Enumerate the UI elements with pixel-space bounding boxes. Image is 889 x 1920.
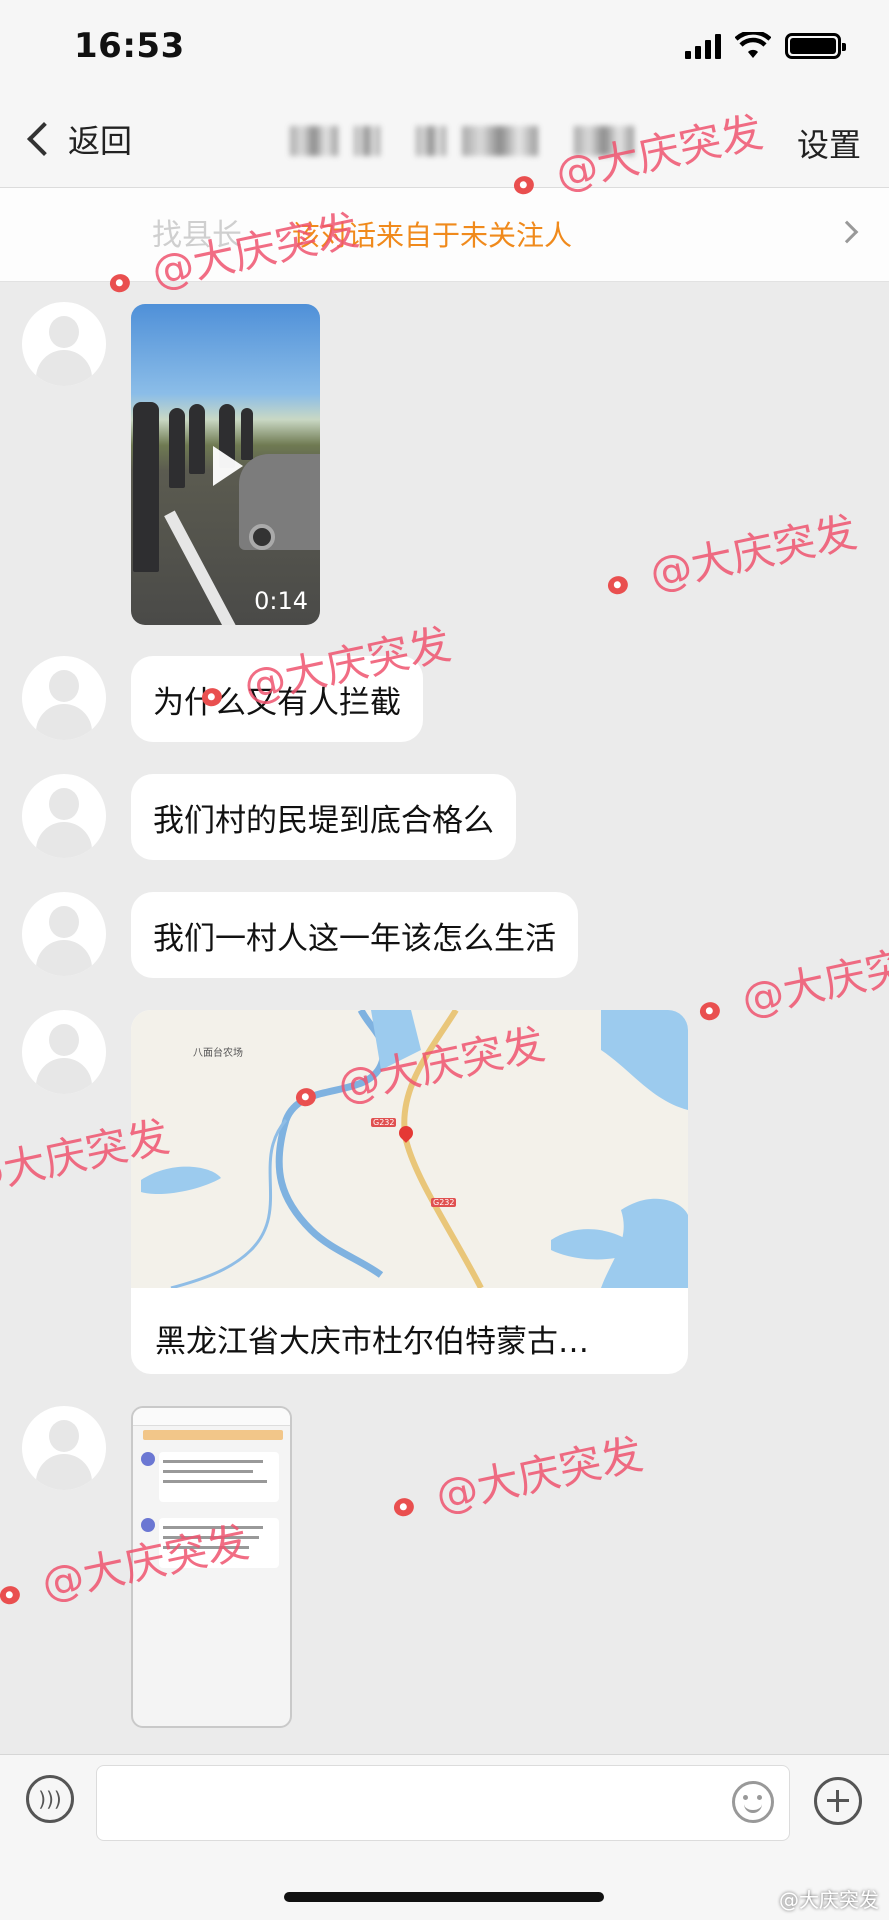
message-input[interactable]	[96, 1765, 790, 1841]
text-message[interactable]: 我们一村人这一年该怎么生活	[131, 892, 578, 978]
text-message[interactable]: 为什么又有人拦截	[131, 656, 423, 742]
avatar[interactable]	[22, 1406, 106, 1490]
weibo-credit: @大庆突发	[779, 1888, 879, 1912]
weibo-logo-icon	[698, 999, 722, 1022]
settings-button[interactable]: 设置	[797, 120, 861, 166]
video-message[interactable]: 0:14	[131, 304, 320, 625]
watermark: @大庆突发	[386, 1420, 647, 1532]
back-label: 返回	[68, 122, 133, 160]
nav-bar: 返回 设置	[0, 96, 889, 188]
battery-icon	[785, 33, 846, 59]
avatar[interactable]	[22, 892, 106, 976]
status-time: 16:53	[74, 26, 185, 66]
watermark: @大庆突发	[692, 924, 889, 1036]
voice-icon[interactable]: )))	[26, 1775, 74, 1823]
weibo-logo-icon	[0, 1583, 22, 1606]
map-poi-label: 八面台农场	[193, 1048, 243, 1059]
status-icons	[685, 32, 846, 60]
back-chevron-icon	[27, 122, 61, 156]
status-bar: 16:53	[0, 0, 889, 96]
avatar[interactable]	[22, 302, 106, 386]
wifi-icon	[735, 32, 771, 58]
video-duration: 0:14	[254, 587, 308, 615]
map-road-badge: G232	[431, 1198, 457, 1207]
weibo-logo-icon	[606, 573, 630, 596]
map-road-badge: G232	[371, 1118, 397, 1127]
notice-text: 该对话来自于未关注人	[292, 219, 573, 252]
weibo-logo-icon	[392, 1495, 416, 1518]
notice-ghost-text: 找县长	[152, 218, 242, 253]
avatar[interactable]	[22, 774, 106, 858]
notice-banner[interactable]: 找县长 该对话来自于未关注人	[0, 188, 889, 282]
add-icon[interactable]	[814, 1777, 862, 1825]
watermark: @大庆突发	[600, 498, 861, 610]
avatar[interactable]	[22, 656, 106, 740]
conversation-title-redacted	[290, 126, 634, 156]
avatar[interactable]	[22, 1010, 106, 1094]
location-message[interactable]: 八面台农场 G232 G232 黑龙江省大庆市杜尔伯特蒙古…	[131, 1010, 688, 1374]
image-message[interactable]	[131, 1406, 292, 1728]
back-button[interactable]: 返回	[22, 116, 132, 162]
signal-icon	[685, 33, 721, 59]
map-preview: 八面台农场 G232 G232	[131, 1010, 688, 1288]
location-address: 黑龙江省大庆市杜尔伯特蒙古…	[155, 1324, 589, 1360]
emoji-icon[interactable]	[732, 1781, 774, 1823]
home-indicator[interactable]	[284, 1892, 604, 1902]
text-message[interactable]: 我们村的民堤到底合格么	[131, 774, 516, 860]
play-icon[interactable]	[213, 446, 243, 486]
chevron-right-icon	[835, 220, 859, 244]
